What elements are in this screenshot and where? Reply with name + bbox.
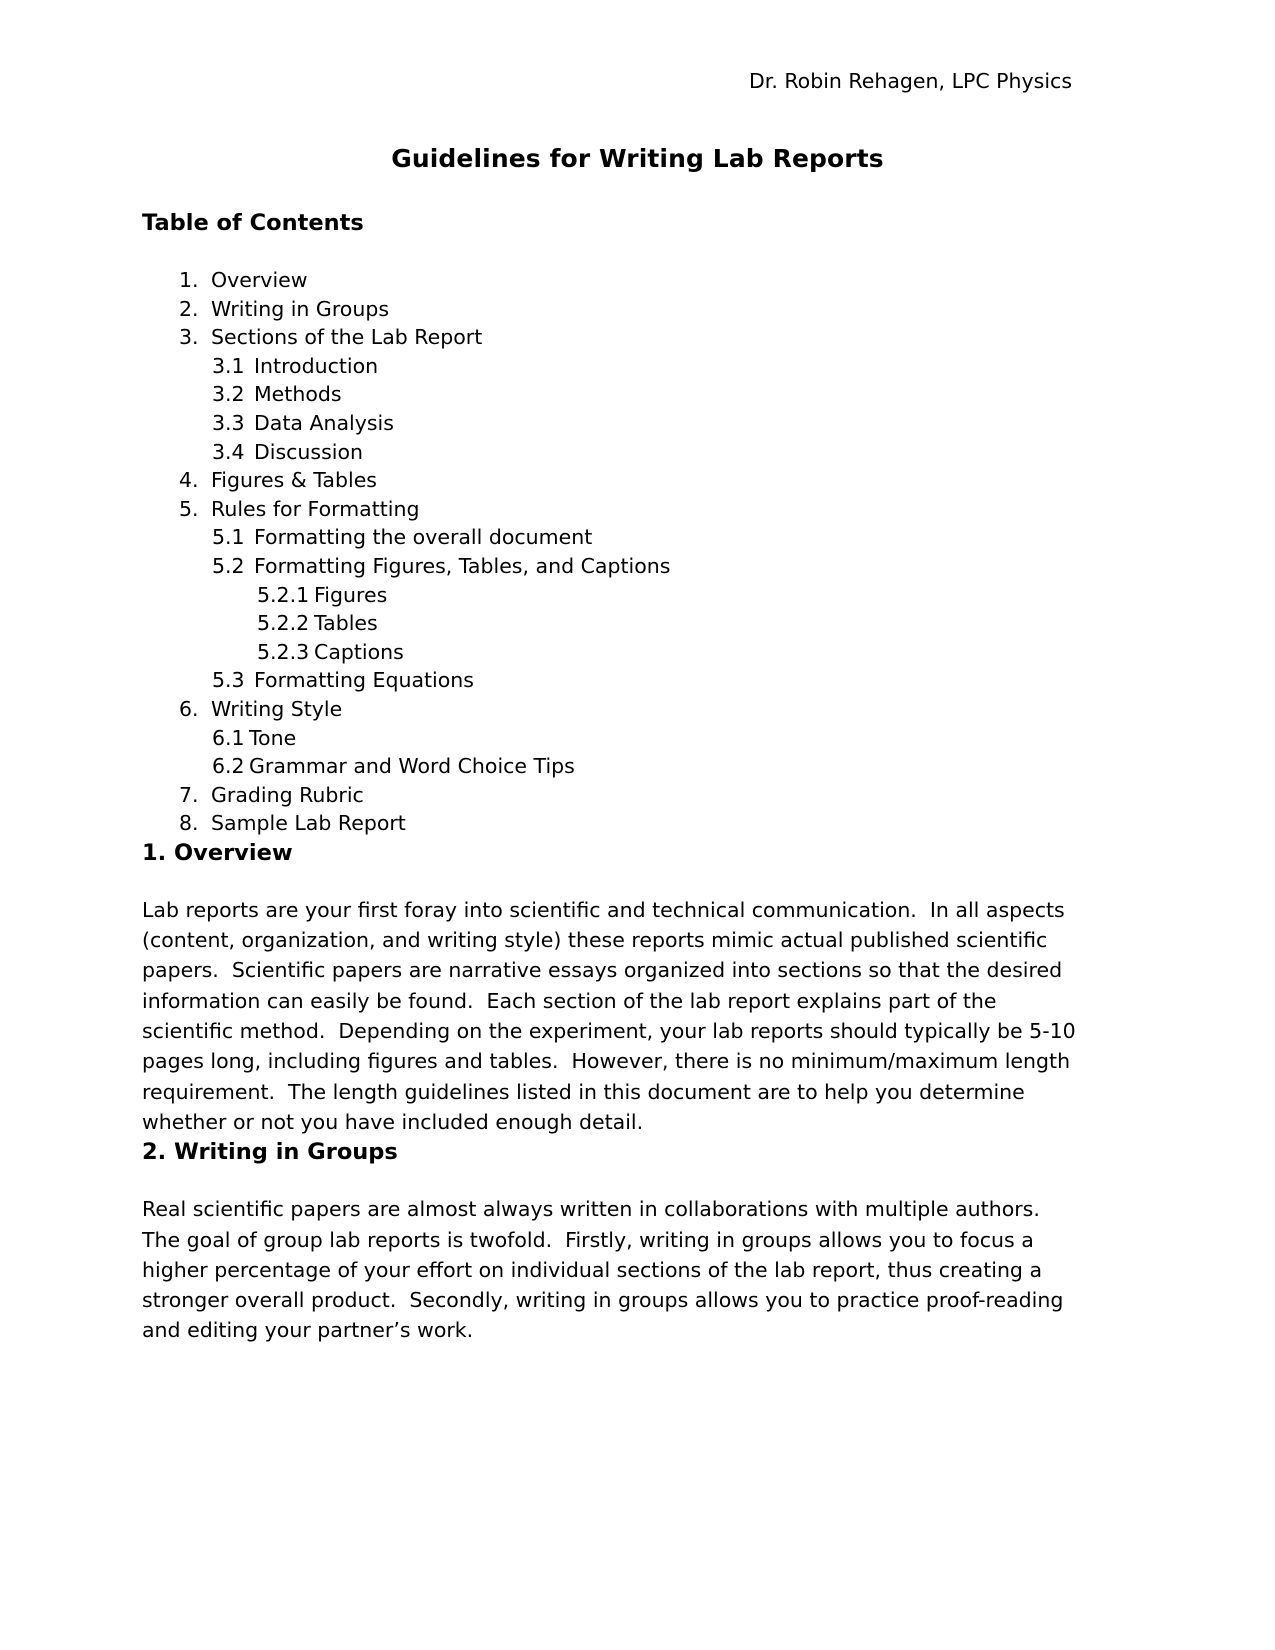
toc-entry-label: Figures & Tables: [211, 468, 377, 493]
toc-entry-label: Grading Rubric: [211, 782, 364, 807]
table-of-contents-heading: Table of Contents: [142, 210, 364, 236]
toc-entry[interactable]: 3.1 Introduction: [142, 352, 1082, 381]
toc-entry-label: Writing in Groups: [211, 296, 390, 321]
toc-entry[interactable]: 6. Writing Style: [142, 695, 1082, 724]
document-title: Guidelines for Writing Lab Reports: [391, 144, 884, 173]
toc-entry-number: 5.1: [212, 525, 245, 550]
toc-entry-number: 8.: [179, 811, 199, 836]
section-paragraph-writing-in-groups: Real scientific papers are almost always…: [142, 1197, 1070, 1343]
page-header-author: Dr. Robin Rehagen, LPC Physics: [748, 69, 1072, 93]
toc-entry[interactable]: 5. Rules for Formatting: [142, 495, 1082, 524]
toc-entry-label: Rules for Formatting: [211, 496, 420, 521]
toc-entry-number: 1.: [179, 268, 199, 292]
toc-entry-number: 3.3: [212, 410, 245, 435]
toc-entry[interactable]: 7. Grading Rubric: [142, 781, 1082, 810]
toc-entry[interactable]: 5.2.2 Tables: [142, 609, 1082, 638]
toc-entry-label: Sections of the Lab Report: [211, 325, 483, 350]
toc-entry-number: 6.: [179, 696, 199, 721]
toc-entry-number: 5.2.1: [257, 582, 310, 607]
toc-entry-label: Data Analysis: [254, 410, 394, 435]
document-page: Dr. Robin Rehagen, LPC Physics Guideline…: [0, 0, 1275, 1650]
toc-entry-number: 3.: [179, 325, 199, 350]
toc-entry[interactable]: 1. Overview: [142, 266, 1082, 295]
toc-entry-label: Writing Style: [211, 696, 343, 721]
toc-entry[interactable]: 6.2 Grammar and Word Choice Tips: [142, 752, 1082, 781]
toc-entry-label: Formatting the overall document: [254, 525, 593, 550]
toc-entry-label: Methods: [254, 382, 342, 407]
toc-entry-label: Formatting Equations: [254, 668, 474, 693]
toc-entry-number: 3.2: [212, 382, 245, 407]
toc-entry[interactable]: 8. Sample Lab Report: [142, 809, 1082, 838]
toc-entry-number: 7.: [179, 782, 199, 807]
toc-entry[interactable]: 2. Writing in Groups: [142, 295, 1082, 324]
toc-entry-label: Formatting Figures, Tables, and Captions: [254, 553, 671, 578]
toc-entry[interactable]: 3. Sections of the Lab Report: [142, 323, 1082, 352]
toc-entry-number: 3.4: [212, 439, 245, 464]
toc-entry-number: 6.2: [212, 754, 245, 779]
toc-entry-label: Overview: [211, 268, 308, 292]
toc-entry-number: 2.: [179, 296, 199, 321]
toc-entry-number: 5.3: [212, 668, 245, 693]
toc-entry[interactable]: 5.2.3 Captions: [142, 638, 1082, 667]
toc-entry-number: 4.: [179, 468, 199, 493]
toc-entry[interactable]: 5.3 Formatting Equations: [142, 666, 1082, 695]
toc-entry[interactable]: 3.3 Data Analysis: [142, 409, 1082, 438]
document-content: Table of Contents 1. Overview 2. Writing i…: [142, 208, 1082, 1346]
toc-entry-label: Grammar and Word Choice Tips: [249, 754, 575, 779]
toc-entry-number: 3.1: [212, 353, 245, 378]
toc-entry-number: 5.2: [212, 553, 245, 578]
toc-entry-label: Tables: [314, 611, 378, 636]
toc-entry-label: Introduction: [254, 353, 379, 378]
toc-entry-label: Tone: [249, 725, 297, 750]
toc-entry[interactable]: 4. Figures & Tables: [142, 466, 1082, 495]
toc-entry[interactable]: 6.1 Tone: [142, 724, 1082, 753]
toc-entry[interactable]: 3.4 Discussion: [142, 438, 1082, 467]
toc-entry[interactable]: 5.2.1 Figures: [142, 581, 1082, 610]
toc-entry[interactable]: 3.2 Methods: [142, 380, 1082, 409]
toc-entry-label: Captions: [314, 639, 404, 664]
toc-entry-number: 6.1: [212, 725, 245, 750]
toc-entry-label: Figures: [314, 582, 388, 607]
section-paragraph-overview: Lab reports are your first foray into sc…: [142, 897, 1083, 1134]
section-writing-in-groups: 2. Writing in Groups Real scientific pap…: [142, 1137, 1082, 1345]
table-of-contents-list: 1. Overview 2. Writing in Groups 3. Section…: [142, 266, 1082, 838]
toc-entry[interactable]: 5.1 Formatting the overall document: [142, 523, 1082, 552]
section-heading-overview: 1. Overview: [142, 839, 293, 866]
toc-entry[interactable]: 5.2 Formatting Figures, Tables, and Capti…: [142, 552, 1082, 581]
section-heading-writing-in-groups: 2. Writing in Groups: [142, 1139, 398, 1166]
toc-entry-number: 5.2.2: [257, 611, 310, 636]
section-overview: 1. Overview Lab reports are your first f…: [142, 838, 1082, 1137]
toc-entry-label: Sample Lab Report: [211, 811, 406, 836]
toc-entry-number: 5.2.3: [257, 639, 310, 664]
toc-entry-number: 5.: [179, 496, 199, 521]
toc-entry-label: Discussion: [254, 439, 364, 464]
